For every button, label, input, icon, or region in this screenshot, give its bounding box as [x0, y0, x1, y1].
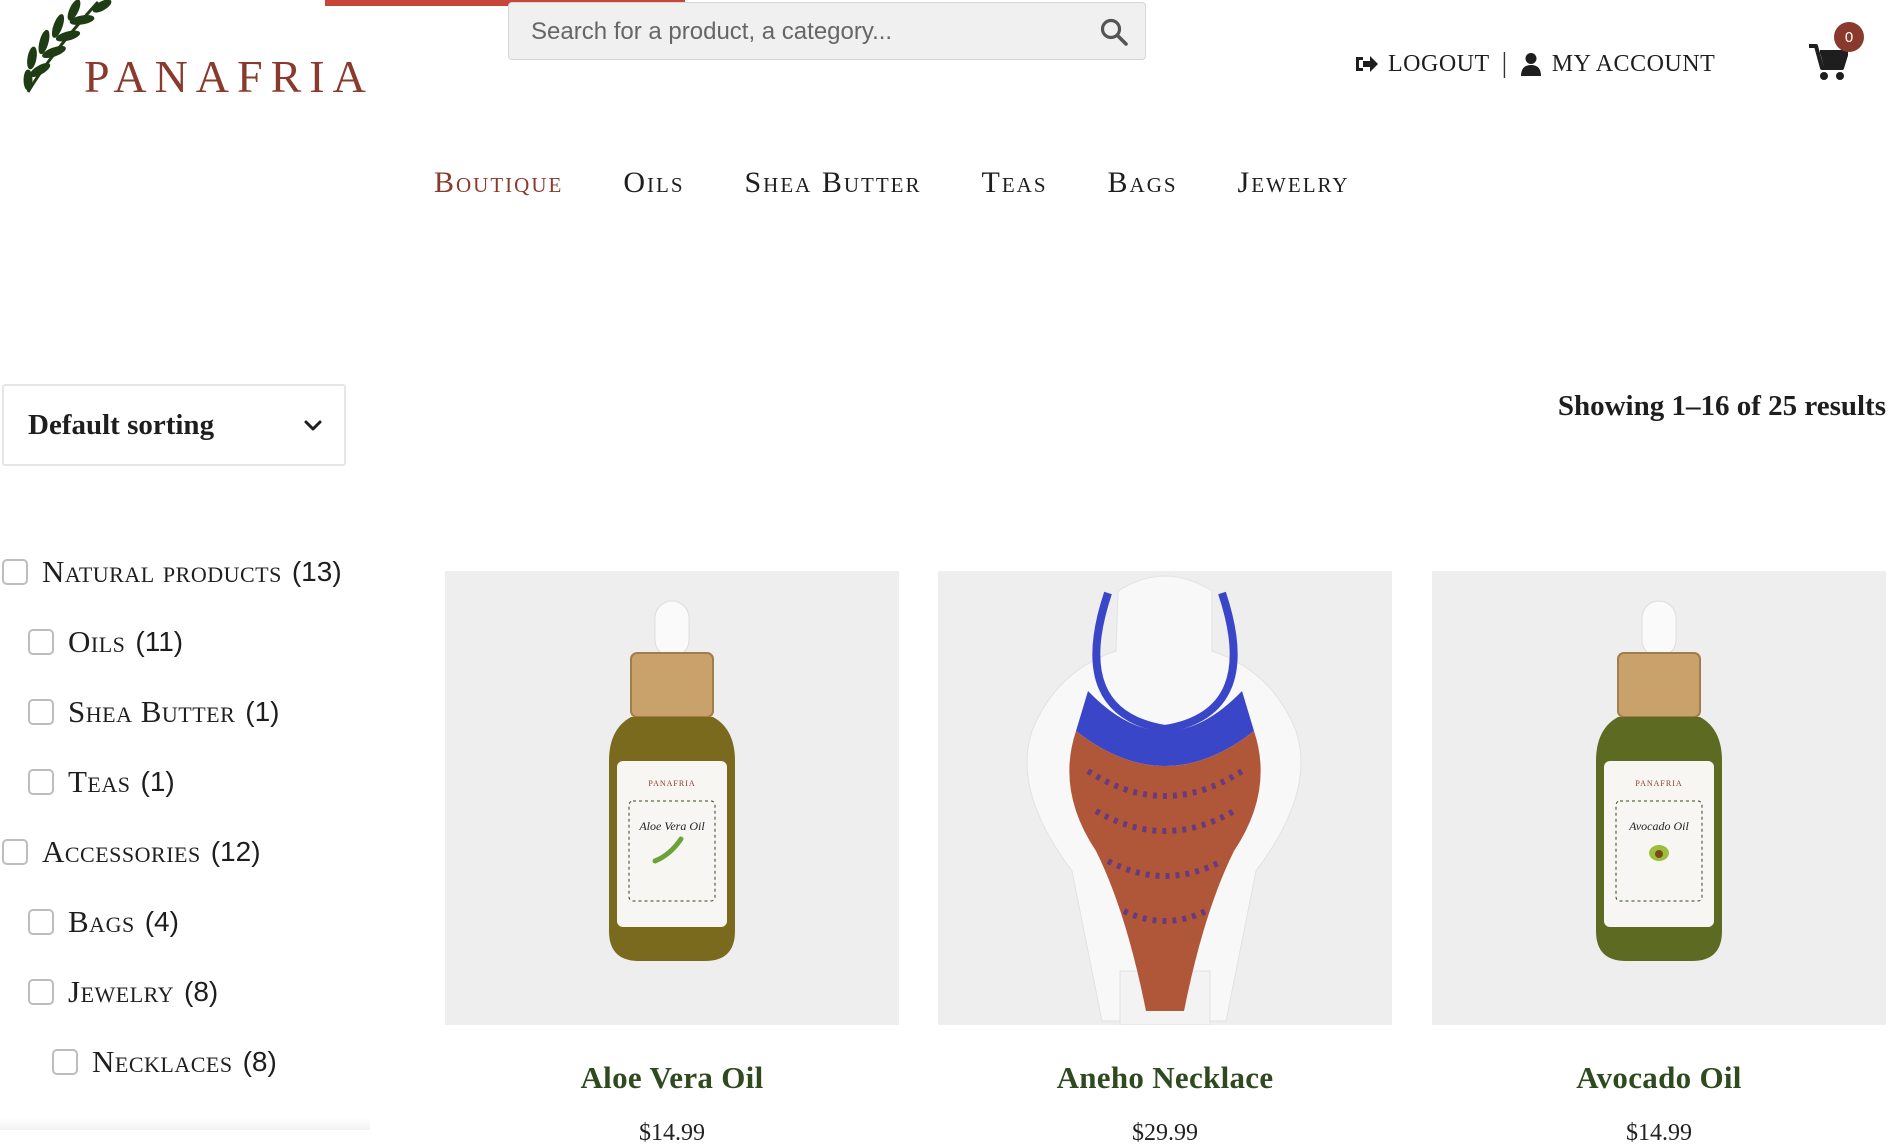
bottle-label-text: Aloe Vera Oil	[639, 819, 705, 833]
nav-item-teas[interactable]: Teas	[952, 166, 1078, 200]
bottom-shadow	[0, 1118, 370, 1130]
beaded-necklace-icon	[1026, 575, 1302, 1025]
filter-checkbox[interactable]	[28, 769, 54, 795]
search-input[interactable]	[529, 3, 1093, 61]
filter-checkbox[interactable]	[28, 979, 54, 1005]
my-account-label: MY ACCOUNT	[1551, 50, 1716, 77]
filter-checkbox[interactable]	[2, 559, 28, 585]
bottle-brand-text: PANAFRIA	[1635, 779, 1683, 788]
oil-bottle-icon	[609, 600, 735, 961]
nav-item-shea-butter[interactable]: Shea Butter	[715, 166, 952, 200]
product-card[interactable]: PANAFRIA Aloe Vera Oil Aloe Vera Oil $14…	[445, 571, 899, 1146]
filter-teas[interactable]: Teas (1)	[28, 764, 175, 800]
product-price: $29.99	[1132, 1120, 1198, 1146]
filter-label: Bags	[68, 904, 135, 939]
filter-count: (1)	[245, 696, 280, 727]
filter-checkbox[interactable]	[52, 1049, 78, 1075]
bottle-brand-text: PANAFRIA	[648, 779, 696, 788]
search-bar[interactable]	[508, 2, 1146, 61]
product-image[interactable]	[938, 571, 1392, 1025]
product-name[interactable]: Aloe Vera Oil	[445, 1060, 899, 1096]
filter-oils[interactable]: Oils (11)	[28, 624, 183, 660]
product-name[interactable]: Aneho Necklace	[938, 1060, 1392, 1096]
filter-bags[interactable]: Bags (4)	[28, 904, 179, 940]
filter-count: (4)	[144, 906, 179, 937]
sort-dropdown[interactable]: Default sorting	[2, 384, 346, 466]
filter-count: (1)	[140, 766, 175, 797]
filter-natural-products[interactable]: Natural products (13)	[2, 554, 342, 590]
product-card[interactable]: PANAFRIA Avocado Oil Avocado Oil $14.99	[1432, 571, 1886, 1146]
filter-checkbox[interactable]	[28, 909, 54, 935]
filter-count: (12)	[210, 836, 261, 867]
oil-bottle-icon	[1596, 600, 1722, 961]
filter-checkbox[interactable]	[28, 629, 54, 655]
filter-label: Jewelry	[68, 974, 174, 1009]
nav-item-jewelry[interactable]: Jewelry	[1208, 166, 1380, 200]
logout-label: LOGOUT	[1388, 50, 1490, 77]
filter-label: Natural products	[42, 554, 282, 589]
filter-jewelry[interactable]: Jewelry (8)	[28, 974, 218, 1010]
product-card[interactable]: Aneho Necklace $29.99	[938, 571, 1392, 1146]
sort-selected-label: Default sorting	[28, 408, 215, 441]
result-count: Showing 1–16 of 25 results	[1557, 390, 1886, 422]
main-navigation: Boutique Oils Shea Butter Teas Bags Jewe…	[434, 166, 1380, 200]
filter-label: Shea Butter	[68, 694, 236, 729]
logout-icon	[1356, 56, 1378, 72]
logo-text: PANAFRIA	[84, 51, 374, 102]
user-icon	[1520, 53, 1541, 76]
filter-label: Necklaces	[92, 1044, 233, 1079]
filter-count: (13)	[291, 556, 342, 587]
chevron-down-icon	[304, 420, 322, 431]
logout-link[interactable]: LOGOUT	[1354, 51, 1490, 78]
filter-accessories[interactable]: Accessories (12)	[2, 834, 261, 870]
cart-count-badge: 0	[1834, 22, 1864, 52]
search-icon[interactable]	[1099, 17, 1129, 47]
filter-count: (11)	[135, 626, 184, 657]
bottle-label-text: Avocado Oil	[1629, 819, 1689, 833]
account-links: LOGOUT | MY ACCOUNT	[1354, 44, 1715, 84]
filter-label: Oils	[68, 624, 126, 659]
account-separator: |	[1501, 48, 1508, 79]
filter-label: Teas	[68, 764, 131, 799]
product-price: $14.99	[639, 1120, 705, 1146]
nav-item-bags[interactable]: Bags	[1078, 166, 1208, 200]
nav-item-oils[interactable]: Oils	[593, 166, 714, 200]
my-account-link[interactable]: MY ACCOUNT	[1520, 51, 1715, 78]
filter-count: (8)	[184, 976, 219, 1007]
site-logo[interactable]: PANAFRIA	[10, 0, 370, 102]
product-image[interactable]: PANAFRIA Aloe Vera Oil	[445, 571, 899, 1025]
nav-item-boutique[interactable]: Boutique	[434, 166, 593, 200]
product-name[interactable]: Avocado Oil	[1432, 1060, 1886, 1096]
product-image[interactable]: PANAFRIA Avocado Oil	[1432, 571, 1886, 1025]
filter-label: Accessories	[42, 834, 201, 869]
filter-count: (8)	[242, 1046, 277, 1077]
product-price: $14.99	[1626, 1120, 1692, 1146]
filter-shea-butter[interactable]: Shea Butter (1)	[28, 694, 280, 730]
filter-checkbox[interactable]	[28, 699, 54, 725]
filter-necklaces[interactable]: Necklaces (8)	[52, 1044, 277, 1080]
filter-checkbox[interactable]	[2, 839, 28, 865]
